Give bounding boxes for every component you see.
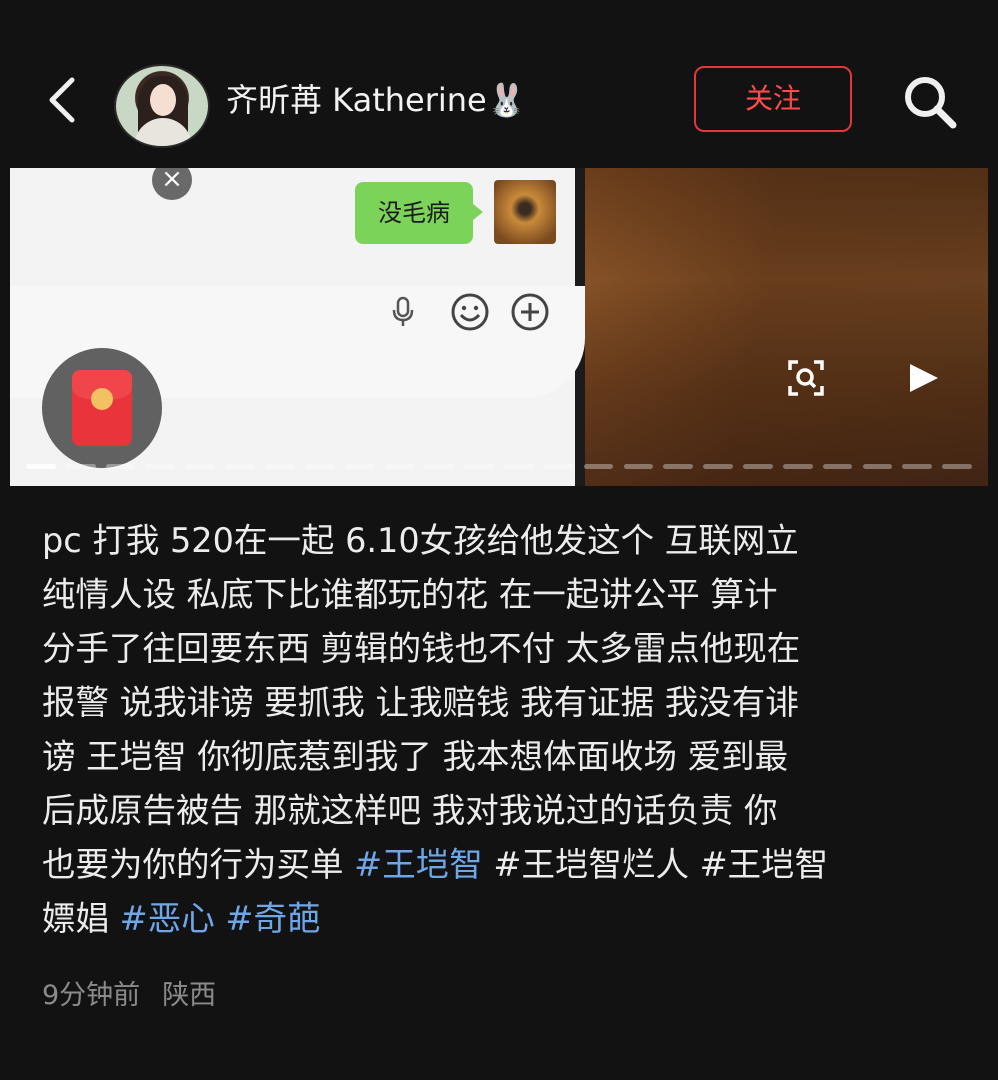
post-location: 陕西 <box>162 980 217 1011</box>
post-line: pc 打我 520在一起 6.10女孩给他发这个 互联网立 <box>42 514 958 568</box>
post-text-segment: pc 打我 520在一起 6.10女孩给他发这个 互联网立 <box>42 521 799 560</box>
carousel-segment <box>743 464 773 469</box>
red-packet-icon[interactable] <box>42 348 162 468</box>
carousel-segment <box>782 464 813 469</box>
post-time: 9分钟前 <box>42 980 141 1011</box>
avatar-face <box>150 84 176 116</box>
search-icon[interactable] <box>900 72 960 132</box>
post-text-segment: 也要为你的行为买单 <box>42 845 355 884</box>
back-arrow-icon[interactable] <box>40 74 84 126</box>
carousel-segment <box>225 464 255 469</box>
carousel-segment <box>822 464 853 469</box>
carousel-segment <box>543 464 574 469</box>
carousel-segment <box>424 464 455 469</box>
top-bar: 齐昕苒 Katherine🐰 关注 <box>0 60 998 148</box>
avatar[interactable] <box>114 64 210 148</box>
hashtag-link[interactable]: #恶心 <box>120 899 215 938</box>
chat-avatar <box>494 180 556 244</box>
carousel-segment <box>464 464 494 469</box>
plus-icon <box>511 293 549 331</box>
hashtag-link[interactable]: #王垲智 <box>354 845 483 884</box>
carousel-segment <box>583 464 614 469</box>
carousel-segment <box>265 464 295 469</box>
carousel-segment <box>663 464 694 469</box>
post-text-segment: 后成原告被告 那就这样吧 我对我说过的话负责 你 <box>42 791 778 830</box>
carousel-segment <box>623 464 654 469</box>
carousel-segment <box>862 464 893 469</box>
carousel-segment <box>504 464 534 469</box>
follow-button[interactable]: 关注 <box>694 66 852 132</box>
post-text-segment: 纯情人设 私底下比谁都玩的花 在一起讲公平 算计 <box>42 575 778 614</box>
post-text-segment <box>215 899 226 938</box>
scan-icon[interactable] <box>786 358 826 398</box>
chat-bubble: 没毛病 <box>355 182 483 244</box>
post-text-segment: #王垲智烂人 #王垲智 <box>482 845 829 884</box>
play-icon[interactable] <box>906 362 942 394</box>
post-meta: 9分钟前 陕西 <box>42 976 216 1016</box>
carousel-segment <box>344 464 375 469</box>
post-text-segment: 分手了往回要东西 剪辑的钱也不付 太多雷点他现在 <box>42 629 801 668</box>
post-line: 分手了往回要东西 剪辑的钱也不付 太多雷点他现在 <box>42 622 958 676</box>
carousel-segment <box>942 464 972 469</box>
carousel-segment <box>105 464 136 469</box>
carousel-segment <box>902 464 933 469</box>
post-text-segment: 报警 说我诽谤 要抓我 让我赔钱 我有证据 我没有诽 <box>42 683 799 722</box>
post-line: 纯情人设 私底下比谁都玩的花 在一起讲公平 算计 <box>42 568 958 622</box>
post-body: pc 打我 520在一起 6.10女孩给他发这个 互联网立 纯情人设 私底下比谁都… <box>42 514 958 946</box>
post-line: 报警 说我诽谤 要抓我 让我赔钱 我有证据 我没有诽 <box>42 676 958 730</box>
post-line: 嫖娼 #恶心 #奇葩 <box>42 892 958 946</box>
post-line: 也要为你的行为买单 #王垲智 #王垲智烂人 #王垲智 <box>42 838 958 892</box>
username[interactable]: 齐昕苒 Katherine🐰 <box>226 78 527 122</box>
hashtag-link[interactable]: #奇葩 <box>225 899 320 938</box>
post-text-segment: 嫖娼 <box>42 899 120 938</box>
carousel-segment <box>185 464 216 469</box>
carousel-segment <box>65 464 96 469</box>
post-line: 谤 王垲智 你彻底惹到我了 我本想体面收场 爱到最 <box>42 730 958 784</box>
carousel-segment <box>384 464 415 469</box>
red-envelope <box>72 370 132 446</box>
carousel-segment <box>145 464 176 469</box>
post-line: 后成原告被告 那就这样吧 我对我说过的话负责 你 <box>42 784 958 838</box>
carousel-progress <box>26 464 972 470</box>
media-carousel[interactable]: 没毛病 × <box>10 168 988 486</box>
mic-icon <box>392 296 414 326</box>
post-text-segment: 谤 王垲智 你彻底惹到我了 我本想体面收场 爱到最 <box>42 737 789 776</box>
carousel-segment <box>26 464 56 469</box>
carousel-segment <box>703 464 733 469</box>
emoji-icon <box>451 293 489 331</box>
carousel-segment <box>304 464 335 469</box>
